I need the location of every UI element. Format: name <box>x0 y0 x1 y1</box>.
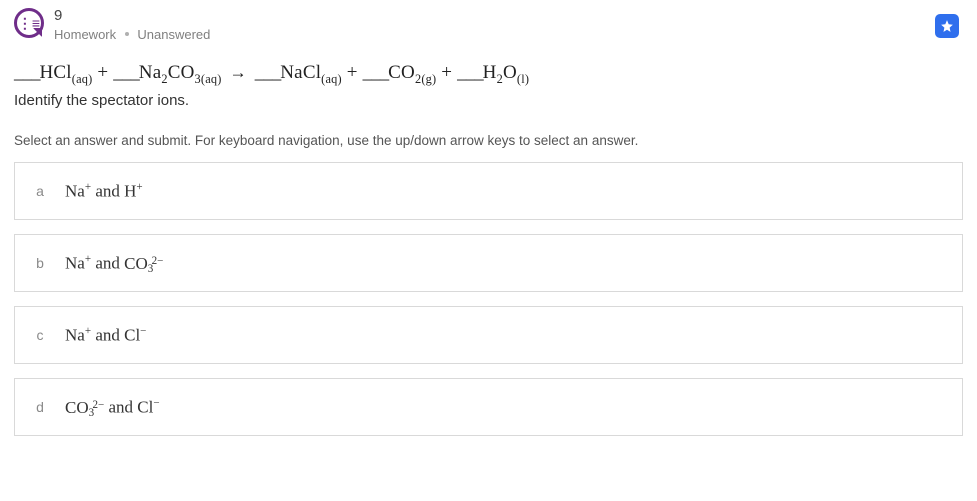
question-status: Unanswered <box>137 27 210 42</box>
question-header: ⋮≡ 9 Homework Unanswered <box>0 0 977 42</box>
option-key: c <box>15 327 65 343</box>
option-content: Na+ and H+ <box>65 181 143 202</box>
question-meta-line: Homework Unanswered <box>54 27 210 42</box>
question-category: Homework <box>54 27 116 42</box>
question-icon: ⋮≡ <box>14 8 44 38</box>
answer-options: a Na+ and H+ b Na+ and CO32− c Na+ and C… <box>0 162 977 436</box>
bookmark-button[interactable] <box>935 14 959 38</box>
answer-option-c[interactable]: c Na+ and Cl− <box>14 306 963 364</box>
question-meta: 9 Homework Unanswered <box>54 8 210 42</box>
star-icon <box>940 19 954 33</box>
answer-instructions: Select an answer and submit. For keyboar… <box>0 109 977 162</box>
list-icon: ⋮≡ <box>18 16 40 30</box>
answer-option-a[interactable]: a Na+ and H+ <box>14 162 963 220</box>
option-key: b <box>15 255 65 271</box>
option-content: Na+ and CO32− <box>65 253 163 274</box>
answer-option-b[interactable]: b Na+ and CO32− <box>14 234 963 292</box>
question-number: 9 <box>54 8 210 25</box>
option-key: d <box>15 399 65 415</box>
option-content: Na+ and Cl− <box>65 325 146 346</box>
option-content: CO32− and Cl− <box>65 397 160 418</box>
option-key: a <box>15 183 65 199</box>
chemical-equation: ___HCl(aq) + ___Na2CO3(aq) → ___NaCl(aq)… <box>0 42 977 91</box>
separator-dot <box>125 32 129 36</box>
answer-option-d[interactable]: d CO32− and Cl− <box>14 378 963 436</box>
question-prompt: Identify the spectator ions. <box>0 90 977 109</box>
